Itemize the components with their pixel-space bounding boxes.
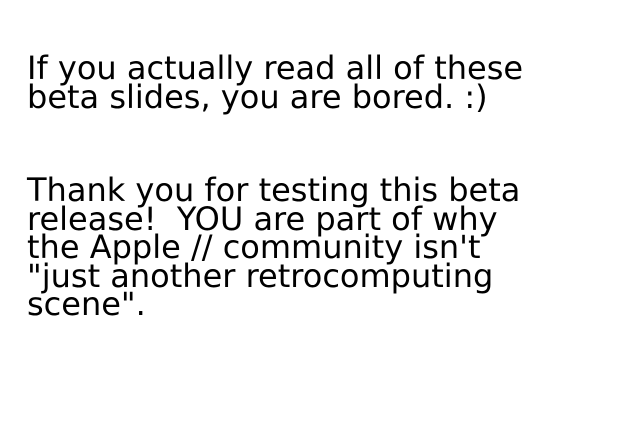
beta-slide: If you actually read all of these beta s… [0, 0, 640, 440]
slide-paragraph-bored: If you actually read all of these beta s… [27, 49, 524, 116]
slide-paragraph-thanks: Thank you for testing this beta release!… [27, 171, 521, 323]
